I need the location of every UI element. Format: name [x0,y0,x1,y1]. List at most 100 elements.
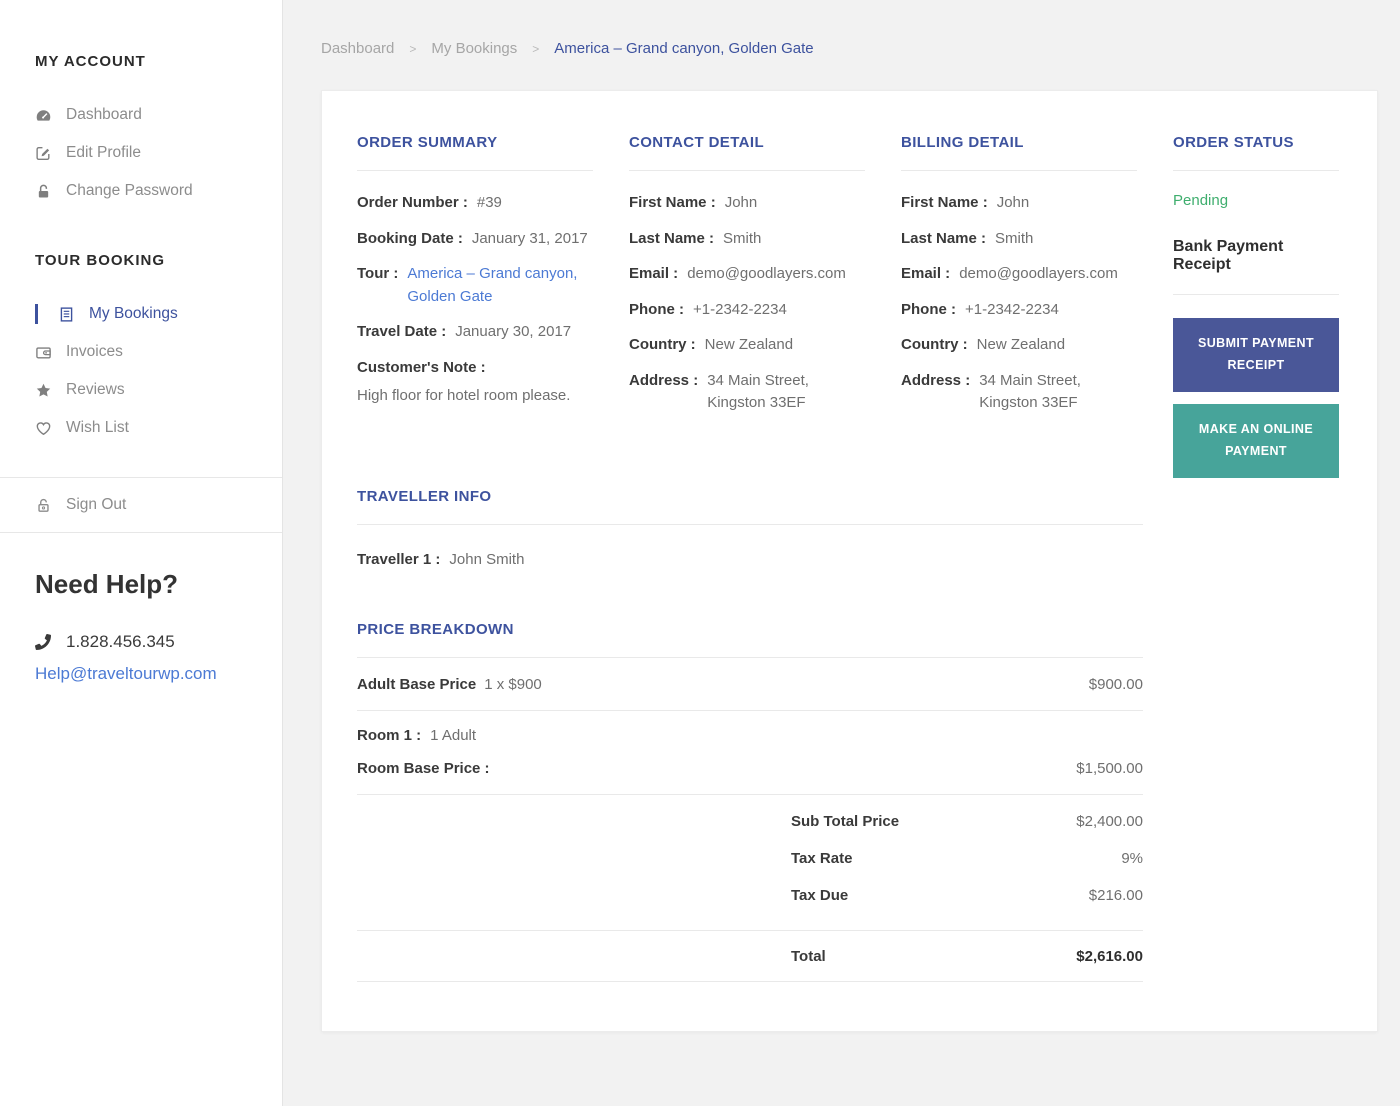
sidebar: MY ACCOUNT Dashboard Edit Profile Change… [0,0,283,1106]
traveller-label: Traveller 1 : [357,550,441,568]
sidebar-item-edit-profile[interactable]: Edit Profile [0,134,282,172]
sidebar-item-label: Wish List [66,419,129,436]
sidebar-item-reviews[interactable]: Reviews [0,371,282,409]
sidebar-item-label: Change Password [66,182,193,199]
unlock-icon [35,497,52,514]
billing-first-name-row: First Name : John [901,192,1137,215]
order-number-label: Order Number : [357,194,468,211]
total-label: Total [791,948,826,965]
contact-detail-section: CONTACT DETAIL First Name : John Last Na… [629,134,865,428]
customer-note-text: High floor for hotel room please. [357,387,571,404]
sidebar-section-title-tour-booking: TOUR BOOKING [35,252,166,269]
tax-rate-row: Tax Rate 9% [357,850,1143,867]
sidebar-item-label: Reviews [66,381,125,398]
contact-address-row: Address : 34 Main Street, Kingston 33EF [629,370,865,415]
tax-due-row: Tax Due $216.00 [357,887,1143,904]
order-status-section: ORDER STATUS Pending Bank Payment Receip… [1173,134,1339,478]
travel-date-label: Travel Date : [357,323,447,340]
breadcrumb-separator-icon: > [409,41,417,56]
order-detail-card: ORDER SUMMARY Order Number : #39 Booking… [321,90,1378,1032]
sidebar-item-invoices[interactable]: Invoices [0,333,282,371]
sidebar-item-label: Edit Profile [66,144,141,161]
tax-due-value: $216.00 [1088,887,1143,904]
billing-detail-title: BILLING DETAIL [901,134,1137,171]
booking-date-row: Booking Date : January 31, 2017 [357,228,593,251]
phone-value: +1-2342-2234 [693,300,787,318]
heart-icon [35,420,52,437]
sidebar-item-change-password[interactable]: Change Password [0,172,282,210]
sidebar-item-sign-out[interactable]: Sign Out [0,486,282,524]
customer-note-label: Customer's Note : [357,358,486,376]
tour-link[interactable]: America – Grand canyon, Golden Gate [407,263,593,308]
lock-icon [35,183,52,200]
bank-payment-receipt-title: Bank Payment Receipt [1173,238,1339,295]
sign-out-section: Sign Out [0,477,282,533]
tax-rate-label: Tax Rate [791,850,853,867]
adult-qty: 1 x $900 [484,676,542,693]
breadcrumb-item-current-tour: America – Grand canyon, Golden Gate [554,40,814,57]
order-status-title: ORDER STATUS [1173,134,1339,171]
help-email-link[interactable]: Help@traveltourwp.com [35,664,282,684]
country-label: Country : [901,336,968,353]
sidebar-section-title-my-account: MY ACCOUNT [35,53,146,70]
need-help-title: Need Help? [35,569,179,599]
traveller-info-title: TRAVELLER INFO [357,488,1143,525]
room-row: Room 1 : 1 Adult [357,727,1143,744]
help-phone-row: 1.828.456.345 [35,632,282,652]
main-content: Dashboard > My Bookings > America – Gran… [283,0,1400,1106]
price-breakdown-section: PRICE BREAKDOWN Adult Base Price 1 x $90… [357,621,1143,982]
billing-country-row: Country : New Zealand [901,334,1137,357]
bookings-icon [58,306,75,323]
first-name-value: John [724,194,758,211]
traveller-name: John Smith [449,550,525,568]
order-number-row: Order Number : #39 [357,192,593,215]
phone-label: Phone : [901,300,956,318]
need-help-section: Need Help? 1.828.456.345 Help@traveltour… [35,569,282,684]
country-label: Country : [629,336,696,353]
adult-total-value: $900.00 [1088,676,1143,693]
sidebar-item-label: Dashboard [66,106,142,123]
country-value: New Zealand [704,336,794,353]
sidebar-item-my-bookings[interactable]: My Bookings [0,295,282,333]
help-phone-number: 1.828.456.345 [66,632,175,651]
tax-due-label: Tax Due [791,887,849,904]
breadcrumb-item-my-bookings[interactable]: My Bookings [431,40,517,57]
tour-label: Tour : [357,265,399,282]
first-name-label: First Name : [901,194,988,211]
price-breakdown-title: PRICE BREAKDOWN [357,621,1143,658]
billing-last-name-row: Last Name : Smith [901,228,1137,251]
subtotal-value: $2,400.00 [1076,813,1143,830]
email-value: demo@goodlayers.com [959,265,1118,282]
subtotal-label: Sub Total Price [791,813,900,830]
billing-detail-section: BILLING DETAIL First Name : John Last Na… [901,134,1137,428]
room-base-price-label: Room Base Price : [357,760,490,777]
address-label: Address : [629,371,699,389]
sidebar-item-wish-list[interactable]: Wish List [0,409,282,447]
first-name-label: First Name : [629,194,716,211]
order-summary-section: ORDER SUMMARY Order Number : #39 Booking… [357,134,593,419]
booking-date-label: Booking Date : [357,229,463,247]
billing-email-row: Email : demo@goodlayers.com [901,263,1137,286]
country-value: New Zealand [976,336,1066,353]
phone-icon [35,633,52,651]
email-label: Email : [629,265,679,282]
my-account-list: Dashboard Edit Profile Change Password [0,96,282,210]
contact-detail-title: CONTACT DETAIL [629,134,865,171]
dashboard-icon [35,107,52,124]
traveller-row: Traveller 1 : John Smith [357,549,1143,572]
breadcrumb: Dashboard > My Bookings > America – Gran… [321,40,1378,57]
sidebar-item-label: Invoices [66,343,123,360]
order-summary-title: ORDER SUMMARY [357,134,593,171]
subtotal-row: Sub Total Price $2,400.00 [357,813,1143,830]
billing-address-row: Address : 34 Main Street, Kingston 33EF [901,370,1137,415]
sidebar-item-dashboard[interactable]: Dashboard [0,96,282,134]
breadcrumb-item-dashboard[interactable]: Dashboard [321,40,394,57]
contact-email-row: Email : demo@goodlayers.com [629,263,865,286]
star-icon [35,382,52,399]
contact-first-name-row: First Name : John [629,192,865,215]
make-online-payment-button[interactable]: MAKE AN ONLINE PAYMENT [1173,403,1339,478]
total-row: Total $2,616.00 [357,931,1143,982]
submit-payment-receipt-button[interactable]: SUBMIT PAYMENT RECEIPT [1173,318,1339,392]
travel-date-row: Travel Date : January 30, 2017 [357,321,593,344]
last-name-value: Smith [995,229,1034,247]
